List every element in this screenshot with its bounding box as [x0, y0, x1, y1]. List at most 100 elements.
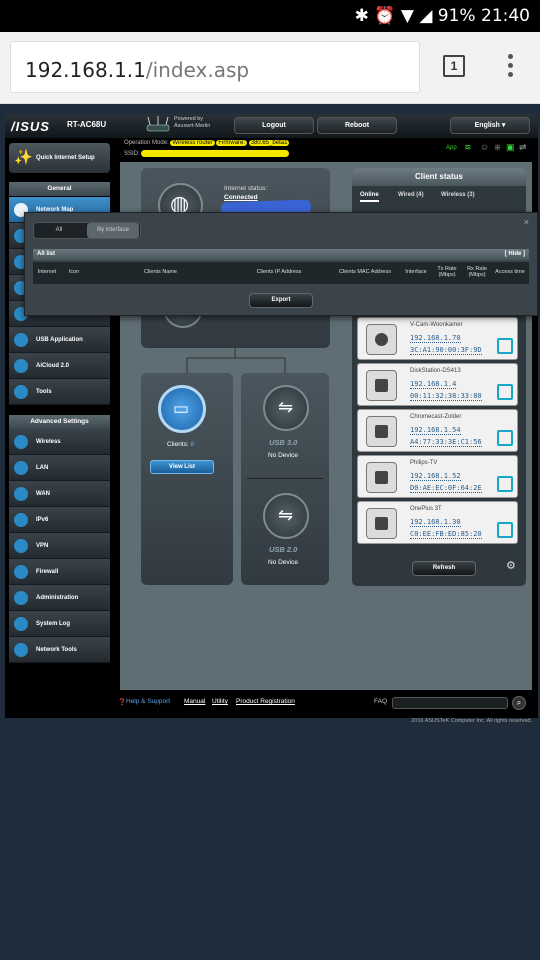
sidebar-item-administration[interactable]: Administration [9, 585, 110, 611]
client-ip: 192.168.1.54 [410, 426, 461, 435]
sidebar-item-wireless[interactable]: Wireless [9, 429, 110, 455]
sidebar-item-aicloud[interactable]: AiCloud 2.0 [9, 353, 110, 379]
client-row[interactable]: Chromecast-Zolder 192.168.1.54 A4:77:33:… [357, 409, 518, 452]
model-name: RT-AC68U [67, 120, 107, 129]
nas-icon [366, 370, 397, 401]
col-rx-rate: Rx Rate (Mbps) [467, 266, 487, 278]
guest-users-icon[interactable]: ☺ [480, 142, 489, 152]
clients-button[interactable]: ▭ [158, 385, 206, 433]
wifi-status-icon[interactable]: ≋ [464, 142, 472, 153]
quick-setup-button[interactable]: ✨ Quick Internet Setup [9, 143, 110, 173]
settings-gear-icon[interactable]: ⚙ [506, 559, 516, 572]
ssid-redacted [141, 150, 290, 157]
client-list-table-header: Internet Icon Clients Name Clients IP Ad… [33, 262, 529, 284]
all-list-header: All list [ Hide ] [33, 249, 529, 260]
battery-level: 91% [437, 6, 476, 26]
android-status-bar: ✱ ⏰ ▼ ◢ 91% 21:40 [0, 0, 540, 32]
sidebar-item-label: VPN [36, 543, 49, 549]
col-client-name: Clients Name [143, 269, 177, 275]
cloud-icon [14, 359, 28, 373]
sidebar-item-tools[interactable]: Tools [9, 379, 110, 405]
sidebar-item-vpn[interactable]: VPN [9, 533, 110, 559]
hide-link[interactable]: [ Hide ] [505, 249, 525, 260]
sidebar-item-system-log[interactable]: System Log [9, 611, 110, 637]
tab-by-interface[interactable]: By interface [87, 223, 139, 238]
usb30-status: No Device [268, 452, 298, 459]
alarm-icon: ⏰ [374, 6, 396, 26]
internet-status-label: Internet status: [224, 185, 267, 192]
log-icon [14, 617, 28, 631]
status-right: ✱ ⏰ ▼ ◢ 91% 21:40 [355, 6, 530, 26]
reboot-button[interactable]: Reboot [317, 117, 397, 134]
tab-switcher-button[interactable]: 1 [443, 55, 465, 77]
client-ip: 192.168.1.4 [410, 380, 457, 389]
powered-by-line1: Powered by [174, 116, 204, 122]
wired-icon [497, 430, 513, 446]
client-row[interactable]: Philips-TV 192.168.1.52 D0:AE:EC:0F:64:2… [357, 455, 518, 498]
client-row[interactable]: DiskStation-DS413 192.168.1.4 00:11:32:3… [357, 363, 518, 406]
client-mac: A4:77:33:3E:C1:56 [410, 438, 482, 447]
tab-wired[interactable]: Wired (4) [398, 192, 424, 198]
sidebar-item-wan[interactable]: WAN [9, 481, 110, 507]
magic-wand-icon: ✨ [14, 149, 33, 166]
firmware-link[interactable]: 380.65_beta1 [248, 140, 290, 146]
advanced-header: Advanced Settings [9, 415, 110, 429]
clients-count[interactable]: 8 [191, 441, 195, 448]
sidebar-item-label: Network Tools [36, 647, 77, 653]
logout-button[interactable]: Logout [234, 117, 314, 134]
app-link[interactable]: App [446, 145, 457, 151]
router-icon [145, 116, 171, 134]
sidebar-item-lan[interactable]: LAN [9, 455, 110, 481]
product-registration-link[interactable]: Product Registration [236, 698, 295, 705]
client-row[interactable]: V-Cam-Woonkamer 192.168.1.70 3C:A1:90:00… [357, 317, 518, 360]
clients-card: ▭ Clients: 8 View List [141, 373, 233, 585]
tools-icon [14, 643, 28, 657]
operation-mode-bar: Operation Mode: Wireless router Firmware… [120, 138, 532, 160]
overflow-menu-icon[interactable] [506, 54, 514, 80]
usb-icon: ⇋ [278, 397, 294, 417]
client-row[interactable]: OnePlus 3T 192.168.1.30 C0:EE:FB:ED:85:2… [357, 501, 518, 544]
wifi-icon [14, 435, 28, 449]
tab-wireless[interactable]: Wireless (3) [441, 192, 475, 198]
bluetooth-icon: ✱ [354, 6, 369, 26]
sidebar-item-ipv6[interactable]: IPv6 [9, 507, 110, 533]
network-status-icon[interactable]: ▣ [506, 142, 515, 153]
all-list-title: All list [37, 251, 56, 257]
usb-status-icon[interactable]: ⎈ [494, 142, 501, 153]
tab-all[interactable]: All [35, 223, 83, 238]
usb-icon: ⇋ [278, 505, 294, 525]
tab-online[interactable]: Online [360, 192, 379, 202]
usb30-button[interactable]: ⇋ [263, 385, 309, 431]
close-icon[interactable]: × [524, 217, 529, 227]
refresh-button[interactable]: Refresh [412, 561, 476, 576]
help-support-label: Help & Support [126, 698, 171, 705]
language-select[interactable]: English ▾ [450, 117, 530, 134]
search-icon[interactable]: ⌕ [512, 696, 526, 710]
url-host: 192.168.1.1 [25, 58, 146, 82]
col-access-time: Access time [495, 269, 525, 275]
export-button[interactable]: Export [249, 293, 313, 308]
sidebar-item-usb-application[interactable]: USB Application [9, 327, 110, 353]
quick-setup-label: Quick Internet Setup [36, 155, 95, 161]
utility-link[interactable]: Utility [212, 698, 228, 705]
faq-search-input[interactable] [392, 697, 508, 709]
clients-label: Clients: 8 [167, 441, 194, 448]
sidebar-item-label: IPv6 [36, 517, 49, 523]
internet-status-value[interactable]: Connected [224, 194, 258, 201]
usb20-label: USB 2.0 [269, 545, 298, 554]
address-bar[interactable]: 192.168.1.1/index.asp [10, 41, 420, 93]
usb20-button[interactable]: ⇋ [263, 493, 309, 539]
manual-link[interactable]: Manual [184, 698, 205, 705]
col-tx-rate: Tx Rate (Mbps) [437, 266, 457, 278]
sidebar-item-network-tools[interactable]: Network Tools [9, 637, 110, 663]
op-mode-link[interactable]: Wireless router [170, 140, 215, 146]
ipv6-icon [14, 513, 28, 527]
ssid-line: SSID: [124, 150, 294, 157]
signal-icon: ◢ [419, 6, 433, 26]
usb-icon[interactable]: ⇌ [519, 142, 527, 153]
view-list-button[interactable]: View List [150, 460, 214, 474]
language-value: English [474, 122, 500, 129]
sidebar-item-firewall[interactable]: Firewall [9, 559, 110, 585]
clients-label-text: Clients: [167, 441, 189, 448]
sidebar-item-label: System Log [36, 621, 71, 627]
